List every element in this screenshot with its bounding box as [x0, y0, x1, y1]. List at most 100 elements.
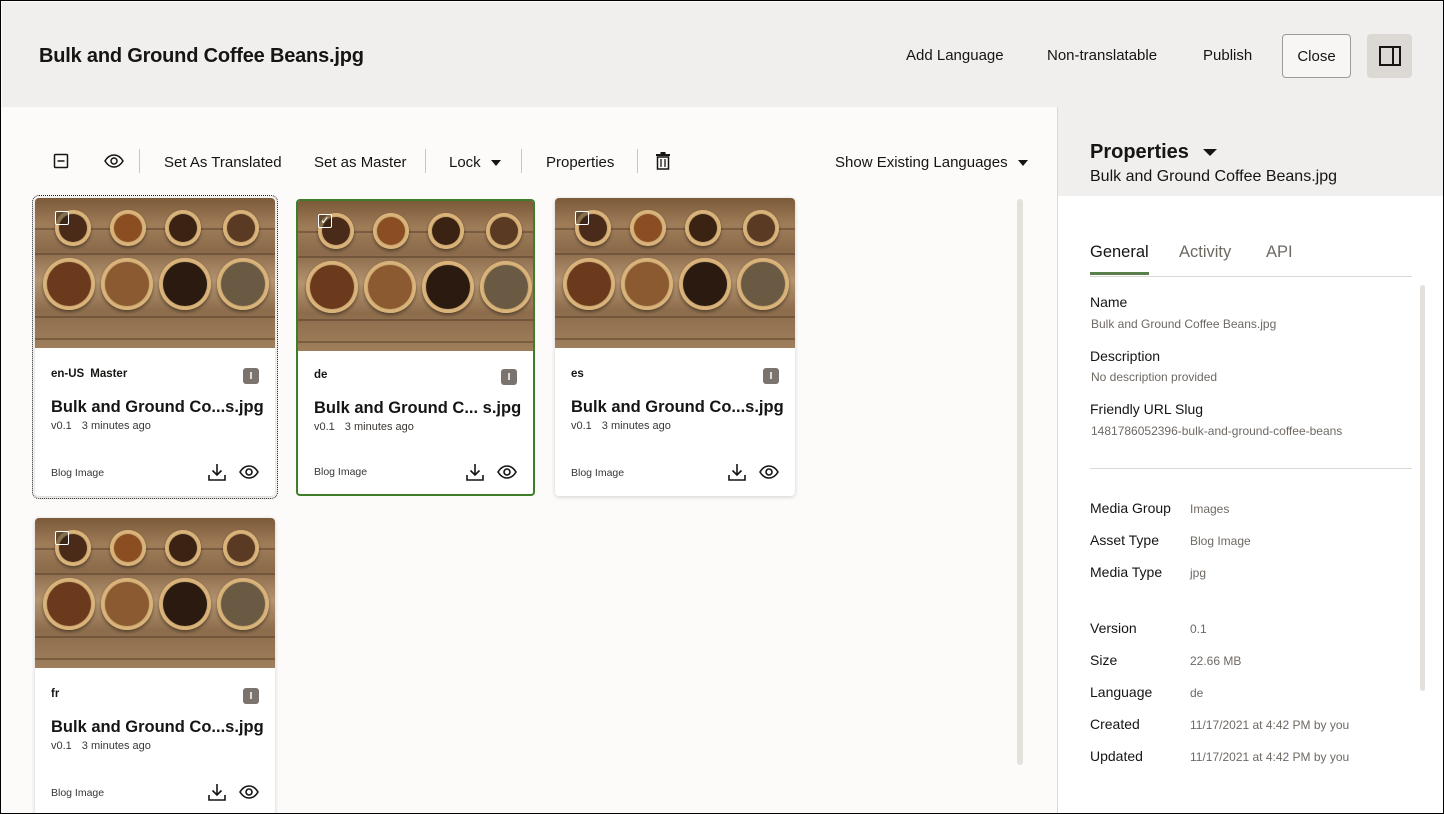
trash-icon[interactable] — [655, 152, 671, 170]
updated-value: 11/17/2021 at 4:42 PM by you — [1190, 750, 1350, 764]
coffee-bowl — [217, 258, 269, 310]
info-icon[interactable]: I — [243, 368, 259, 384]
show-existing-languages-menu[interactable]: Show Existing Languages — [835, 154, 1028, 171]
publish-button[interactable]: Publish — [1203, 47, 1252, 64]
coffee-bowl — [563, 258, 615, 310]
card-version: v0.1 — [314, 421, 335, 433]
card-asset-type: Blog Image — [571, 467, 625, 479]
properties-panel-scrollbar[interactable] — [1420, 285, 1425, 691]
card-title: Bulk and Ground Co...s.jpg — [51, 718, 264, 736]
toolbar: Set As Translated Set as Master Lock Pro… — [2, 141, 1042, 181]
coffee-bowl — [43, 578, 95, 630]
card-language: en-US Master — [51, 368, 127, 380]
created-label: Created — [1090, 716, 1140, 732]
close-button-label: Close — [1297, 47, 1336, 65]
card-meta: v0.1 3 minutes ago — [314, 421, 414, 433]
coffee-bowl — [630, 210, 666, 246]
toolbar-divider — [637, 149, 638, 173]
coffee-bowl — [743, 210, 779, 246]
info-icon[interactable]: I — [763, 368, 779, 384]
card-language: de — [314, 369, 333, 381]
properties-button[interactable]: Properties — [546, 154, 614, 171]
media-type-label: Media Type — [1090, 564, 1163, 580]
checkbox-icon[interactable] — [575, 211, 589, 225]
coffee-bowl — [428, 213, 464, 249]
eye-icon[interactable] — [104, 153, 124, 169]
coffee-bowl — [101, 258, 153, 310]
version-label: Version — [1090, 620, 1137, 636]
tab-activity[interactable]: Activity — [1179, 243, 1231, 272]
card-language: fr — [51, 688, 65, 700]
coffee-bowl — [159, 258, 211, 310]
checkbox-icon[interactable] — [55, 531, 69, 545]
coffee-bowl — [679, 258, 731, 310]
page-title: Bulk and Ground Coffee Beans.jpg — [39, 45, 364, 67]
eye-icon[interactable] — [759, 462, 779, 482]
coffee-bowl — [364, 261, 416, 313]
download-icon[interactable] — [207, 782, 227, 802]
collapse-icon[interactable] — [53, 153, 69, 169]
card-language-code: fr — [51, 688, 60, 700]
info-icon[interactable]: I — [501, 369, 517, 385]
eye-icon[interactable] — [239, 782, 259, 802]
asset-type-label: Asset Type — [1090, 532, 1160, 548]
description-label: Description — [1090, 348, 1161, 364]
asset-thumbnail[interactable] — [555, 198, 795, 348]
chevron-down-icon — [1202, 149, 1217, 157]
download-icon[interactable] — [207, 462, 227, 482]
coffee-bowl — [306, 261, 358, 313]
add-language-button[interactable]: Add Language — [906, 47, 1004, 64]
set-as-translated-button[interactable]: Set As Translated — [164, 154, 282, 171]
coffee-bowl — [737, 258, 789, 310]
asset-card[interactable]: es I Bulk and Ground Co...s.jpg v0.1 3 mi… — [555, 198, 795, 496]
card-meta: v0.1 3 minutes ago — [51, 740, 151, 752]
checkbox-icon[interactable] — [55, 211, 69, 225]
name-label: Name — [1090, 294, 1128, 310]
download-icon[interactable] — [465, 462, 485, 482]
coffee-bowl — [223, 530, 259, 566]
coffee-bowl — [422, 261, 474, 313]
description-value: No description provided — [1091, 370, 1218, 384]
asset-card[interactable]: fr I Bulk and Ground Co...s.jpg v0.1 3 mi… — [35, 518, 275, 813]
card-language-code: es — [571, 368, 584, 380]
checkbox-icon[interactable]: ✓ — [318, 214, 332, 228]
lock-menu-button[interactable]: Lock — [449, 154, 501, 171]
show-existing-languages-label: Show Existing Languages — [835, 154, 1008, 171]
eye-icon[interactable] — [497, 462, 517, 482]
asset-thumbnail[interactable]: ✓ — [298, 201, 533, 351]
close-button[interactable]: Close — [1282, 34, 1351, 78]
tab-general[interactable]: General — [1090, 243, 1149, 275]
properties-panel-header: Properties Bulk and Ground Coffee Beans.… — [1058, 107, 1443, 196]
card-language-code: en-US — [51, 368, 85, 380]
download-icon[interactable] — [727, 462, 747, 482]
panel-divider — [1090, 468, 1412, 469]
size-label: Size — [1090, 652, 1118, 668]
properties-panel-subtitle: Bulk and Ground Coffee Beans.jpg — [1090, 168, 1337, 185]
asset-card[interactable]: en-US Master I Bulk and Ground Co...s.jpg… — [32, 195, 278, 499]
asset-card[interactable]: ✓ de I Bulk and Ground C... s.jpg v0.1 3 … — [296, 199, 535, 496]
card-updated-ago: 3 minutes ago — [81, 420, 151, 432]
card-version: v0.1 — [51, 740, 72, 752]
eye-icon[interactable] — [239, 462, 259, 482]
card-title: Bulk and Ground C... s.jpg — [314, 399, 522, 417]
name-value: Bulk and Ground Coffee Beans.jpg — [1091, 317, 1277, 331]
card-version: v0.1 — [571, 420, 592, 432]
non-translatable-button[interactable]: Non-translatable — [1047, 47, 1157, 64]
asset-thumbnail[interactable] — [35, 198, 275, 348]
card-meta: v0.1 3 minutes ago — [51, 420, 151, 432]
card-grid-scrollbar[interactable] — [1017, 199, 1023, 765]
properties-menu[interactable]: Properties — [1090, 141, 1217, 164]
set-as-master-button[interactable]: Set as Master — [314, 154, 407, 171]
asset-thumbnail[interactable] — [35, 518, 275, 668]
info-icon[interactable]: I — [243, 688, 259, 704]
panel-toggle-button[interactable] — [1367, 34, 1412, 78]
header: Bulk and Ground Coffee Beans.jpg Add Lan… — [2, 2, 1443, 107]
coffee-bowl — [165, 210, 201, 246]
coffee-bowl — [165, 530, 201, 566]
tab-api[interactable]: API — [1266, 243, 1293, 272]
coffee-bowl — [685, 210, 721, 246]
card-version: v0.1 — [51, 420, 72, 432]
card-master-label: Master — [90, 368, 128, 380]
coffee-bowl — [480, 261, 532, 313]
chevron-down-icon — [1017, 160, 1028, 167]
